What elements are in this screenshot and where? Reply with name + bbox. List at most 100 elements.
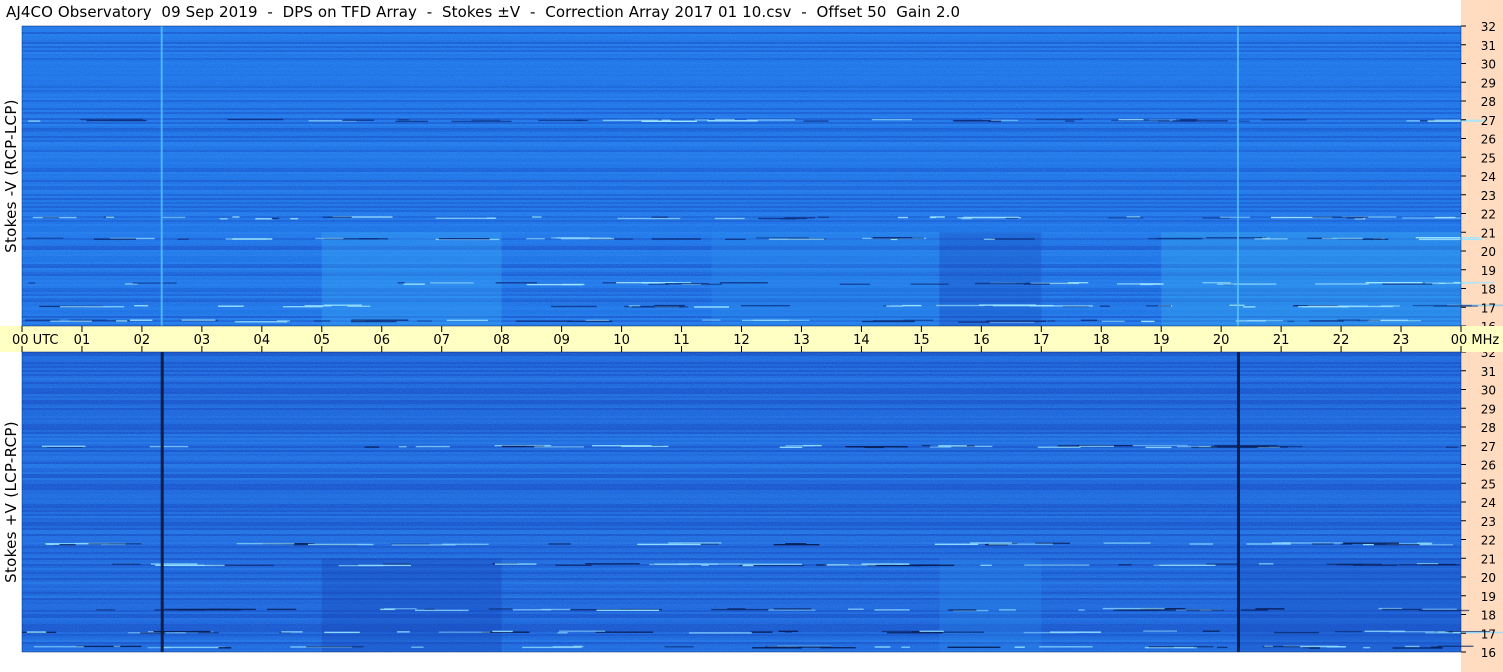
panel-0-streak (403, 283, 425, 285)
panel-1-streak (1153, 564, 1208, 566)
panel-1-streak (1113, 609, 1176, 611)
panel-1-streak (1039, 646, 1093, 648)
panel-1-region (321, 558, 502, 652)
panel-1-streak (559, 630, 606, 632)
panel-0-streak (397, 282, 405, 284)
panel-1-streak (874, 609, 910, 611)
panel-0-streak (1243, 306, 1256, 308)
panel-1-streak (1326, 646, 1346, 648)
panel-1-streak (901, 646, 910, 648)
panel-0-ytick-label: 29 (1481, 76, 1496, 90)
panel-0-streak (839, 283, 870, 285)
panel-0-streak (992, 304, 1054, 307)
panel-0-streak (359, 238, 379, 240)
panel-0-ytick-label: 25 (1481, 151, 1496, 165)
panel-0-streak (1418, 238, 1483, 241)
panel-1-streak (534, 446, 584, 448)
panel-1-ytick-label: 21 (1481, 552, 1496, 566)
panel-0-streak (1202, 282, 1231, 284)
panel-0-ytick-label: 22 (1481, 208, 1496, 222)
panel-0-ytick-label: 20 (1481, 245, 1496, 259)
panel-0-streak (1415, 237, 1480, 239)
panel-1-ytick-label: 22 (1481, 534, 1496, 548)
panel-1-streak (555, 564, 592, 566)
panel-0-streak (930, 216, 945, 218)
panel-1-streak (1102, 607, 1165, 610)
panel-0-streak (902, 304, 922, 307)
panel-0-streak (1108, 217, 1144, 219)
xtick-label: 07 (433, 333, 450, 348)
panel-1-streak (1255, 608, 1285, 610)
panel-1-streak (218, 647, 232, 649)
panel-1-ytick-label: 23 (1481, 515, 1496, 529)
panel-1-feature-line (160, 352, 164, 652)
spectrogram-chart: 16 17 18 19 20 21 22 23 24 25 26 27 28 29 30 31 32 16 17 18… (0, 20, 1503, 660)
panel-1-streak (887, 632, 943, 634)
panel-0-ytick-label: 19 (1481, 264, 1496, 278)
panel-0-streak (271, 217, 280, 220)
panel-1-ytick-label: 24 (1481, 496, 1496, 510)
panel-1-streak (1363, 543, 1374, 546)
panel-1-streak (33, 646, 84, 648)
panel-0-streak (446, 319, 489, 322)
panel-1-streak (802, 444, 822, 447)
panel-0-streak (886, 305, 904, 307)
panel-0-streak (741, 305, 790, 307)
panel-0-streak (1357, 319, 1381, 322)
panel-0-streak (862, 320, 915, 323)
panel-1-streak (1274, 631, 1320, 634)
panel-1-streak (773, 544, 820, 546)
panel-1-streak (88, 543, 142, 545)
panel-0-streak (817, 216, 829, 218)
panel-0-streak (1036, 118, 1083, 121)
panel-1-streak (1240, 609, 1268, 611)
panel-1-streak (236, 542, 295, 545)
xtick-label: 21 (1273, 333, 1290, 348)
panel-1-streak (1342, 542, 1399, 544)
panel-1-streak (1143, 630, 1177, 632)
panel-0-streak (974, 282, 1033, 285)
panel-0-streak (495, 282, 538, 284)
panel-0-streak (532, 216, 542, 218)
panel-0-streak (701, 319, 721, 321)
panel-0-ytick-label: 24 (1481, 170, 1496, 184)
panel-0-streak (526, 283, 583, 286)
panel-0-streak (958, 321, 990, 323)
panel-0-streak (486, 217, 496, 219)
panel-1-streak (501, 445, 526, 448)
xtick-label: 09 (553, 333, 570, 348)
panel-1-streak (76, 645, 142, 648)
panel-1-streak (26, 631, 47, 633)
panel-1-streak (1312, 543, 1334, 545)
panel-1-streak (816, 564, 827, 566)
panel-0-streak (1220, 216, 1250, 218)
panel-1-streak (938, 445, 967, 447)
panel-1-streak (46, 543, 60, 545)
panel-0-streak (1237, 120, 1250, 122)
panel-0-streak (1023, 283, 1050, 285)
panel-0-streak (59, 306, 125, 308)
panel-0-streak (719, 282, 768, 284)
panel-0-streak (219, 218, 228, 220)
xtick-label: 13 (793, 333, 810, 348)
panel-0-streak (871, 237, 924, 239)
panel-0-streak (1140, 283, 1153, 286)
panel-0-streak (752, 319, 810, 321)
panel-0-streak (910, 283, 949, 285)
panel-1-streak (384, 608, 417, 610)
panel-0-feature-line (160, 26, 163, 326)
panel-0-streak (1412, 304, 1472, 307)
panel-1-streak (1173, 646, 1194, 649)
panel-0-streak (177, 238, 189, 240)
panel-0-streak (654, 304, 686, 307)
panel-1-streak (919, 630, 944, 632)
panel-0-streak (768, 238, 825, 240)
panel-1-streak (281, 631, 303, 633)
panel-1-streak (1309, 647, 1321, 649)
panel-0-region (321, 232, 502, 326)
panel-0-streak (1261, 119, 1307, 121)
panel-1-streak (397, 631, 410, 633)
xtick-label: 08 (493, 333, 510, 348)
panel-0-streak (26, 237, 64, 239)
panel-1-streak (1418, 609, 1470, 612)
